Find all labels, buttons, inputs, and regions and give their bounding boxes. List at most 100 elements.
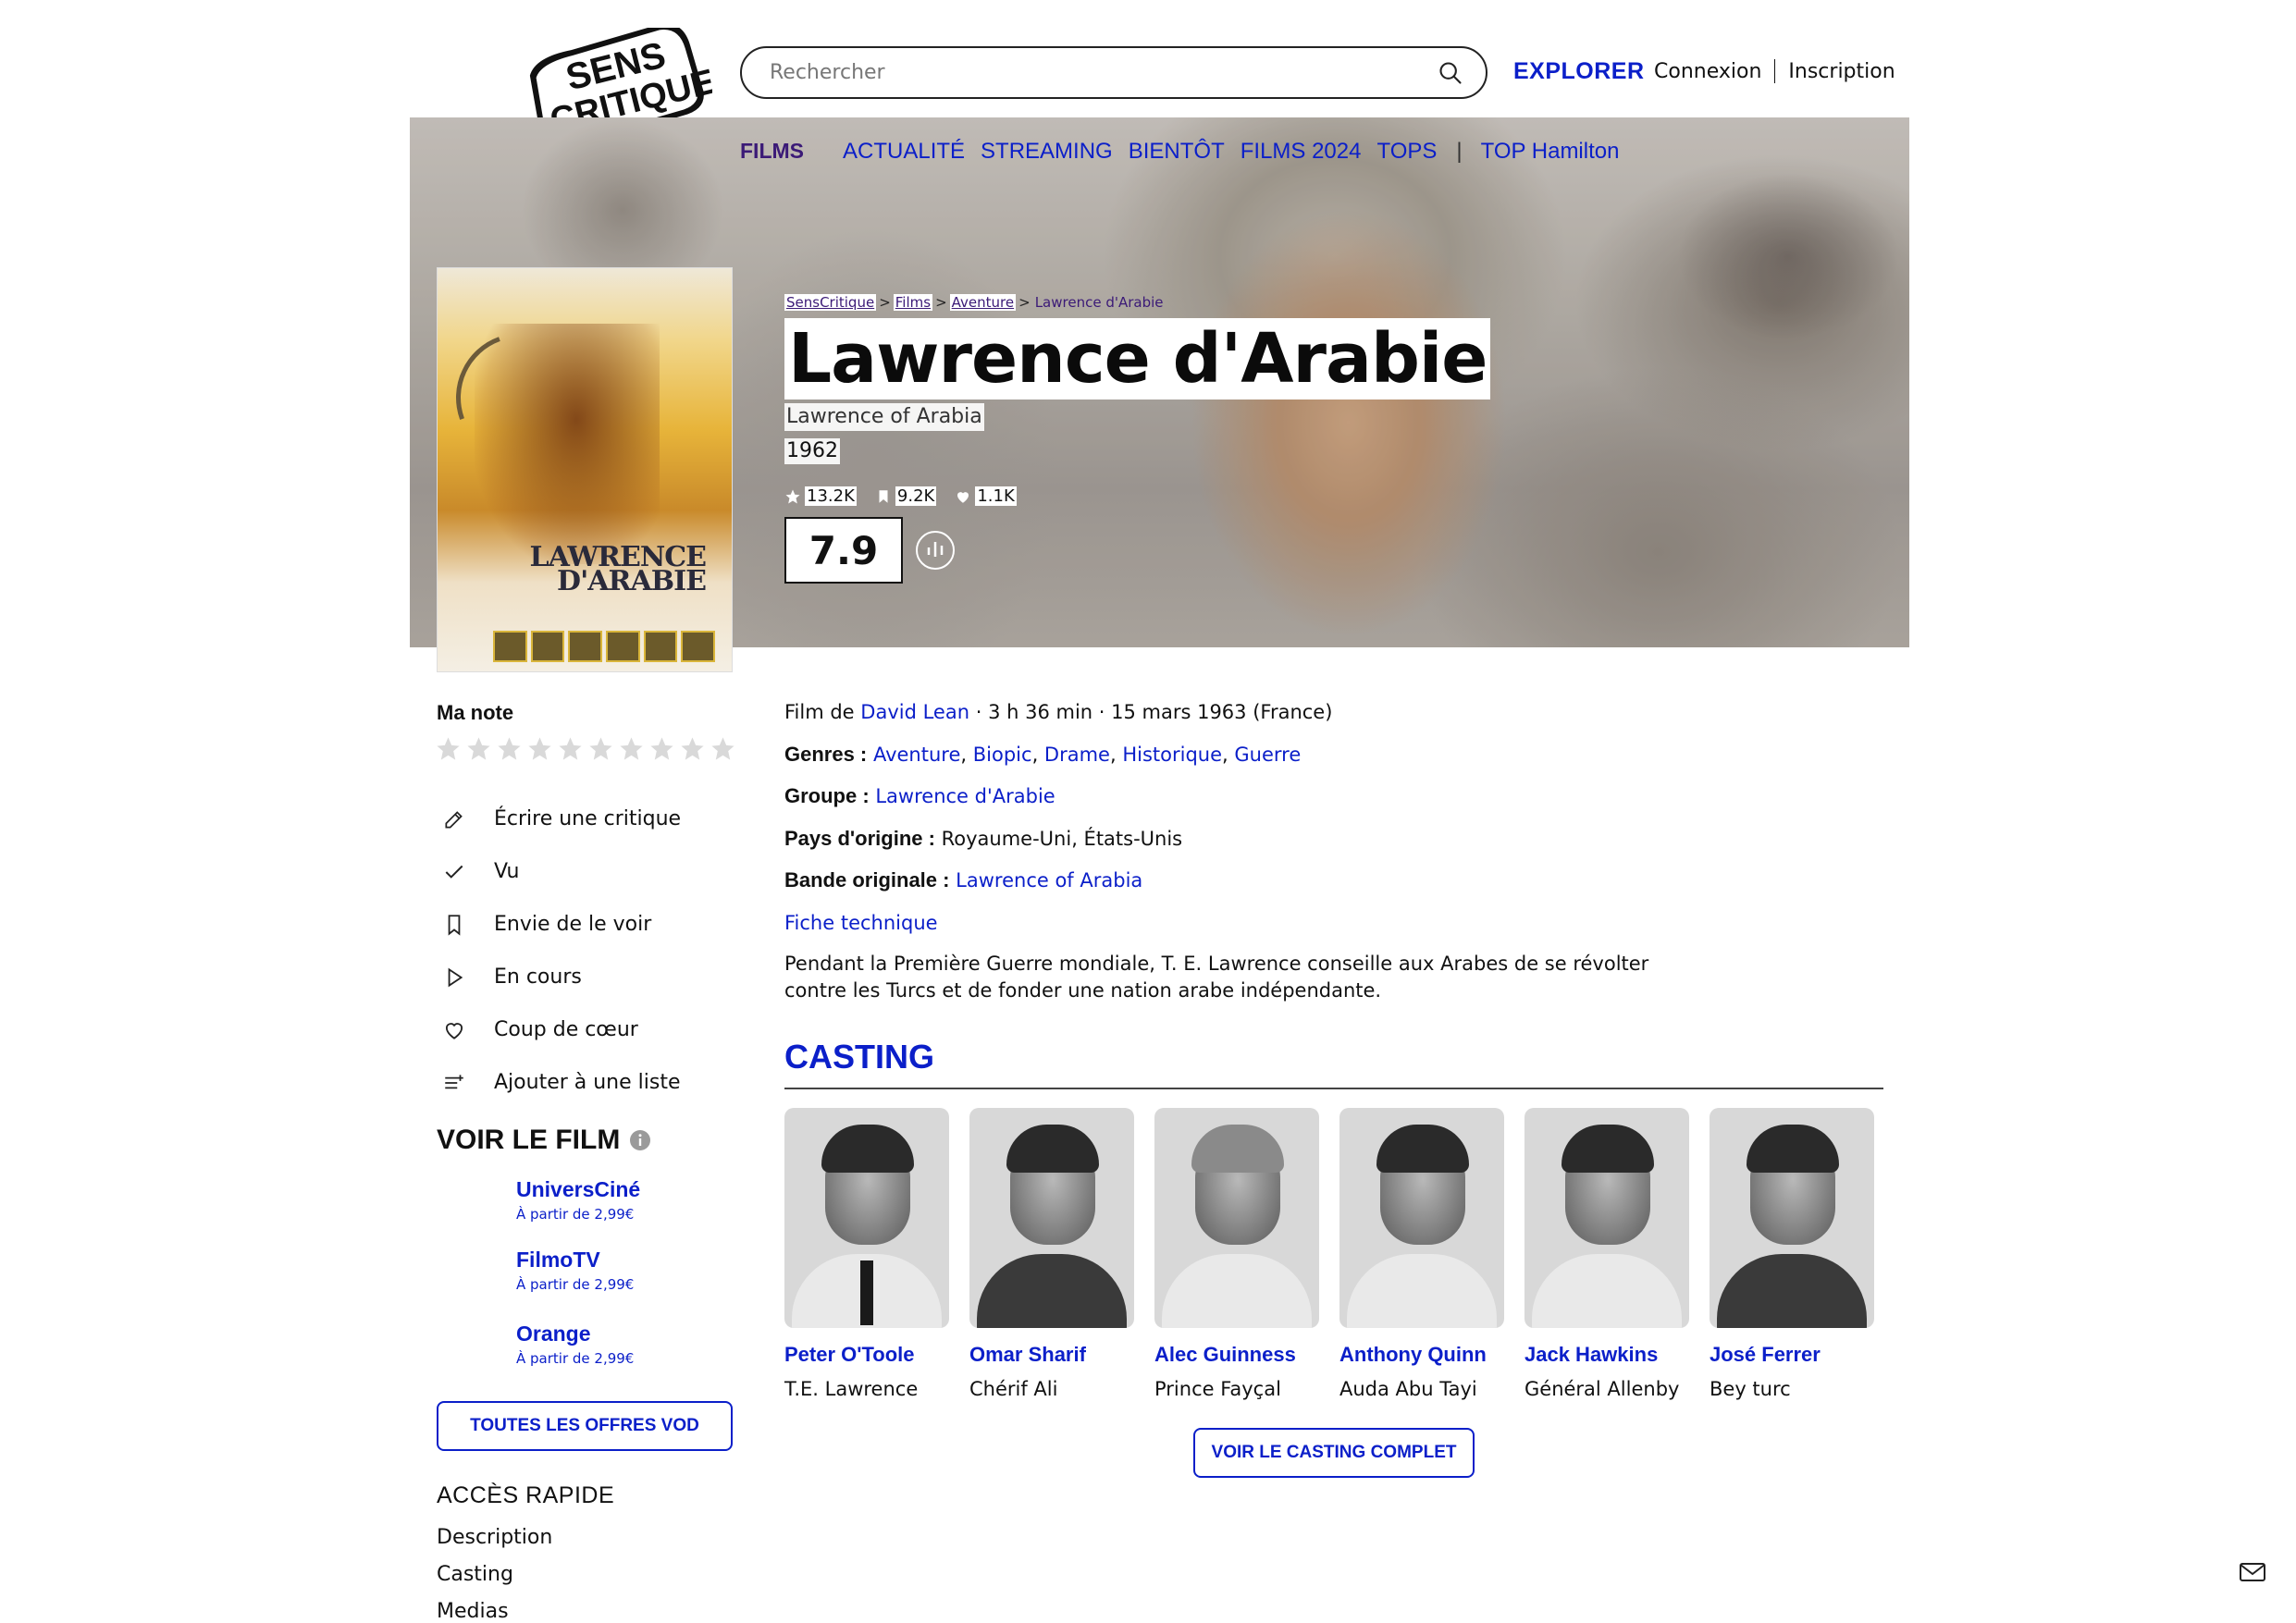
rating-star-icon[interactable] bbox=[618, 735, 645, 762]
actor-photo[interactable] bbox=[1154, 1108, 1319, 1328]
favorites-count: 1.1K bbox=[955, 486, 1017, 506]
poster-photo-strip bbox=[493, 631, 716, 662]
actor-name[interactable]: José Ferrer bbox=[1710, 1343, 1874, 1367]
country-row: Pays d'origine : Royaume-Uni, États-Unis bbox=[784, 826, 1183, 850]
actor-role: Général Allenby bbox=[1524, 1378, 1680, 1400]
rating-star-icon[interactable] bbox=[465, 735, 492, 762]
breadcrumb-home[interactable]: SensCritique bbox=[784, 294, 877, 311]
quick-access-medias[interactable]: Medias bbox=[437, 1600, 552, 1623]
vod-offer[interactable]: UniversCiné À partir de 2,99€ bbox=[516, 1176, 640, 1223]
rating-star-icon[interactable] bbox=[435, 735, 462, 762]
info-icon[interactable] bbox=[629, 1129, 651, 1151]
nav-top-hamilton[interactable]: TOP Hamilton bbox=[1481, 139, 1620, 165]
actor-role: T.E. Lawrence bbox=[784, 1378, 919, 1400]
actor-name[interactable]: Anthony Quinn bbox=[1339, 1343, 1504, 1367]
rating-star-icon[interactable] bbox=[496, 735, 523, 762]
favorite-action[interactable]: Coup de cœur bbox=[442, 1003, 681, 1056]
main-nav: FILMS ACTUALITÉ STREAMING BIENTÔT FILMS … bbox=[740, 139, 1635, 165]
write-review-action[interactable]: Écrire une critique bbox=[442, 793, 681, 845]
auth-links: Connexion Inscription bbox=[1654, 59, 1895, 83]
nav-films-2024[interactable]: FILMS 2024 bbox=[1241, 139, 1362, 165]
all-vod-offers-button[interactable]: TOUTES LES OFFRES VOD bbox=[437, 1401, 733, 1451]
actor-photo[interactable] bbox=[1524, 1108, 1689, 1328]
director-link[interactable]: David Lean bbox=[860, 701, 969, 723]
actor-name[interactable]: Peter O'Toole bbox=[784, 1343, 949, 1367]
rating-star-icon[interactable] bbox=[710, 735, 736, 762]
wishlist-action[interactable]: Envie de le voir bbox=[442, 898, 681, 951]
breadcrumb-genre[interactable]: Aventure bbox=[949, 294, 1017, 311]
quick-access-casting[interactable]: Casting bbox=[437, 1563, 552, 1600]
signup-link[interactable]: Inscription bbox=[1788, 60, 1895, 83]
vod-offer[interactable]: FilmoTV À partir de 2,99€ bbox=[516, 1247, 640, 1293]
search-input[interactable] bbox=[770, 61, 1438, 84]
cast-card[interactable]: Anthony Quinn Auda Abu Tayi bbox=[1339, 1108, 1504, 1400]
actor-role: Chérif Ali bbox=[969, 1378, 1058, 1400]
cast-card[interactable]: Alec Guinness Prince Fayçal bbox=[1154, 1108, 1319, 1400]
full-cast-button[interactable]: VOIR LE CASTING COMPLET bbox=[1193, 1428, 1475, 1478]
actor-photo[interactable] bbox=[1339, 1108, 1504, 1328]
cast-card[interactable]: Peter O'Toole T.E. Lawrence bbox=[784, 1108, 949, 1400]
group-row: Groupe : Lawrence d'Arabie bbox=[784, 784, 1055, 807]
quick-access-title: ACCÈS RAPIDE bbox=[437, 1482, 615, 1508]
quick-access-description[interactable]: Description bbox=[437, 1526, 552, 1563]
soundtrack-link[interactable]: Lawrence of Arabia bbox=[956, 869, 1142, 891]
rating-distribution-icon[interactable] bbox=[914, 529, 957, 572]
genre-link[interactable]: Aventure bbox=[873, 744, 960, 766]
rating-star-icon[interactable] bbox=[587, 735, 614, 762]
synopsis: Pendant la Première Guerre mondiale, T. … bbox=[784, 953, 1649, 1002]
cast-card[interactable]: José Ferrer Bey turc bbox=[1710, 1108, 1874, 1400]
rating-star-icon[interactable] bbox=[557, 735, 584, 762]
bookmark-icon bbox=[448, 914, 461, 936]
vod-offer[interactable]: Orange À partir de 2,99€ bbox=[516, 1321, 640, 1367]
nav-streaming[interactable]: STREAMING bbox=[981, 139, 1113, 165]
breadcrumb-films[interactable]: Films bbox=[893, 294, 933, 311]
wishlist-count: 9.2K bbox=[875, 486, 937, 506]
cast-card[interactable]: Jack Hawkins Général Allenby bbox=[1524, 1108, 1689, 1400]
nav-actualite[interactable]: ACTUALITÉ bbox=[843, 139, 965, 165]
casting-title: CASTING bbox=[784, 1038, 934, 1076]
rating-star-icon[interactable] bbox=[648, 735, 675, 762]
actor-photo[interactable] bbox=[969, 1108, 1134, 1328]
nav-tops[interactable]: TOPS bbox=[1376, 139, 1437, 165]
actor-photo[interactable] bbox=[784, 1108, 949, 1328]
average-score: 7.9 bbox=[784, 517, 903, 584]
breadcrumb-current: Lawrence d'Arabie bbox=[1034, 294, 1164, 311]
search-bar[interactable] bbox=[740, 46, 1487, 99]
add-list-icon bbox=[445, 1074, 463, 1088]
auth-divider bbox=[1774, 59, 1776, 83]
actor-name[interactable]: Omar Sharif bbox=[969, 1343, 1134, 1367]
tech-sheet-link[interactable]: Fiche technique bbox=[784, 912, 938, 934]
add-to-list-action[interactable]: Ajouter à une liste bbox=[442, 1056, 681, 1109]
release-year: 1962 bbox=[784, 438, 840, 464]
backdrop-camels bbox=[1677, 173, 1899, 339]
genre-link[interactable]: Guerre bbox=[1234, 744, 1301, 766]
film-actions: Écrire une critique Vu Envie de le voir … bbox=[442, 793, 681, 1109]
actor-name[interactable]: Alec Guinness bbox=[1154, 1343, 1319, 1367]
film-details: Film de David Lean · 3 h 36 min · 15 mar… bbox=[784, 700, 1332, 953]
rating-star-icon[interactable] bbox=[679, 735, 706, 762]
seen-action[interactable]: Vu bbox=[442, 845, 681, 898]
genre-link[interactable]: Historique bbox=[1122, 744, 1222, 766]
nav-bientot[interactable]: BIENTÔT bbox=[1129, 139, 1225, 165]
nav-films[interactable]: FILMS bbox=[740, 139, 804, 164]
actor-photo[interactable] bbox=[1710, 1108, 1874, 1328]
director-row: Film de David Lean · 3 h 36 min · 15 mar… bbox=[784, 701, 1333, 723]
cast-card[interactable]: Omar Sharif Chérif Ali bbox=[969, 1108, 1134, 1400]
search-icon[interactable] bbox=[1438, 60, 1463, 86]
ratings-count: 13.2K bbox=[784, 486, 857, 506]
rating-star-icon[interactable] bbox=[526, 735, 553, 762]
my-rating-stars[interactable] bbox=[435, 735, 736, 762]
soundtrack-row: Bande originale : Lawrence of Arabia bbox=[784, 868, 1143, 891]
login-link[interactable]: Connexion bbox=[1654, 60, 1761, 83]
star-icon bbox=[785, 489, 800, 503]
in-progress-action[interactable]: En cours bbox=[442, 951, 681, 1003]
explore-link[interactable]: EXPLORER bbox=[1513, 58, 1645, 85]
genre-link[interactable]: Biopic bbox=[973, 744, 1032, 766]
actor-role: Auda Abu Tayi bbox=[1339, 1378, 1477, 1400]
actor-name[interactable]: Jack Hawkins bbox=[1524, 1343, 1689, 1367]
genre-link[interactable]: Drame bbox=[1044, 744, 1110, 766]
group-link[interactable]: Lawrence d'Arabie bbox=[875, 785, 1055, 807]
mail-icon[interactable] bbox=[2239, 1561, 2266, 1583]
film-poster[interactable]: LAWRENCE D'ARABIE bbox=[437, 267, 733, 672]
original-title: Lawrence of Arabia bbox=[784, 403, 984, 431]
